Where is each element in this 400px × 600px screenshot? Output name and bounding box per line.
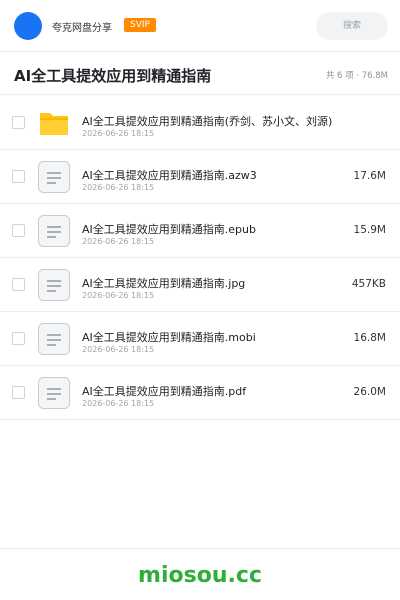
row-checkbox[interactable] — [12, 278, 25, 291]
footer: miosou.cc — [0, 548, 400, 600]
row-checkbox[interactable] — [12, 224, 25, 237]
row-checkbox[interactable] — [12, 332, 25, 345]
file-date: 2026-06-26 18:15 — [82, 183, 155, 192]
watermark: miosou.cc — [138, 563, 262, 588]
file-date: 2026-06-26 18:15 — [82, 345, 155, 354]
document-icon — [38, 215, 70, 247]
file-size: 17.6M — [353, 170, 386, 182]
file-name[interactable]: AI全工具提效应用到精通指南.azw3 — [82, 167, 342, 183]
file-size: 457KB — [351, 278, 386, 290]
list-item[interactable]: AI全工具提效应用到精通指南.pdf 2026-06-26 18:15 26.0… — [0, 366, 400, 420]
file-list: AI全工具提效应用到精通指南(乔剑、苏小文、刘源) 2026-06-26 18:… — [0, 96, 400, 420]
row-checkbox[interactable] — [12, 386, 25, 399]
title-bar: AI全工具提效应用到精通指南 共 6 项 · 76.8M — [0, 53, 400, 95]
document-icon — [38, 269, 70, 301]
file-name[interactable]: AI全工具提效应用到精通指南.jpg — [82, 275, 342, 291]
item-summary: 共 6 项 · 76.8M — [325, 71, 388, 81]
list-item[interactable]: AI全工具提效应用到精通指南.jpg 2026-06-26 18:15 457K… — [0, 258, 400, 312]
file-name[interactable]: AI全工具提效应用到精通指南.mobi — [82, 329, 342, 345]
avatar[interactable] — [14, 12, 42, 40]
file-date: 2026-06-26 18:15 — [82, 399, 155, 408]
brand-name: 夸克网盘分享 — [52, 23, 112, 34]
file-name[interactable]: AI全工具提效应用到精通指南(乔剑、苏小文、刘源) — [82, 113, 342, 129]
document-icon — [38, 377, 70, 409]
folder-icon — [40, 113, 68, 135]
file-size: 26.0M — [353, 386, 386, 398]
list-item[interactable]: AI全工具提效应用到精通指南.epub 2026-06-26 18:15 15.… — [0, 204, 400, 258]
header: 夸克网盘分享 SVIP 搜索 — [0, 0, 400, 52]
list-item[interactable]: AI全工具提效应用到精通指南(乔剑、苏小文、刘源) 2026-06-26 18:… — [0, 96, 400, 150]
svip-badge: SVIP — [124, 18, 156, 32]
file-size: 15.9M — [353, 224, 386, 236]
file-name[interactable]: AI全工具提效应用到精通指南.pdf — [82, 383, 342, 399]
file-date: 2026-06-26 18:15 — [82, 291, 155, 300]
file-date: 2026-06-26 18:15 — [82, 237, 155, 246]
file-name[interactable]: AI全工具提效应用到精通指南.epub — [82, 221, 342, 237]
list-item[interactable]: AI全工具提效应用到精通指南.mobi 2026-06-26 18:15 16.… — [0, 312, 400, 366]
file-date: 2026-06-26 18:15 — [82, 129, 155, 138]
search-input[interactable]: 搜索 — [316, 12, 388, 40]
file-size: 16.8M — [353, 332, 386, 344]
row-checkbox[interactable] — [12, 116, 25, 129]
list-item[interactable]: AI全工具提效应用到精通指南.azw3 2026-06-26 18:15 17.… — [0, 150, 400, 204]
document-icon — [38, 323, 70, 355]
page: 夸克网盘分享 SVIP 搜索 AI全工具提效应用到精通指南 共 6 项 · 76… — [0, 0, 400, 600]
row-checkbox[interactable] — [12, 170, 25, 183]
page-title: AI全工具提效应用到精通指南 — [14, 67, 212, 85]
document-icon — [38, 161, 70, 193]
